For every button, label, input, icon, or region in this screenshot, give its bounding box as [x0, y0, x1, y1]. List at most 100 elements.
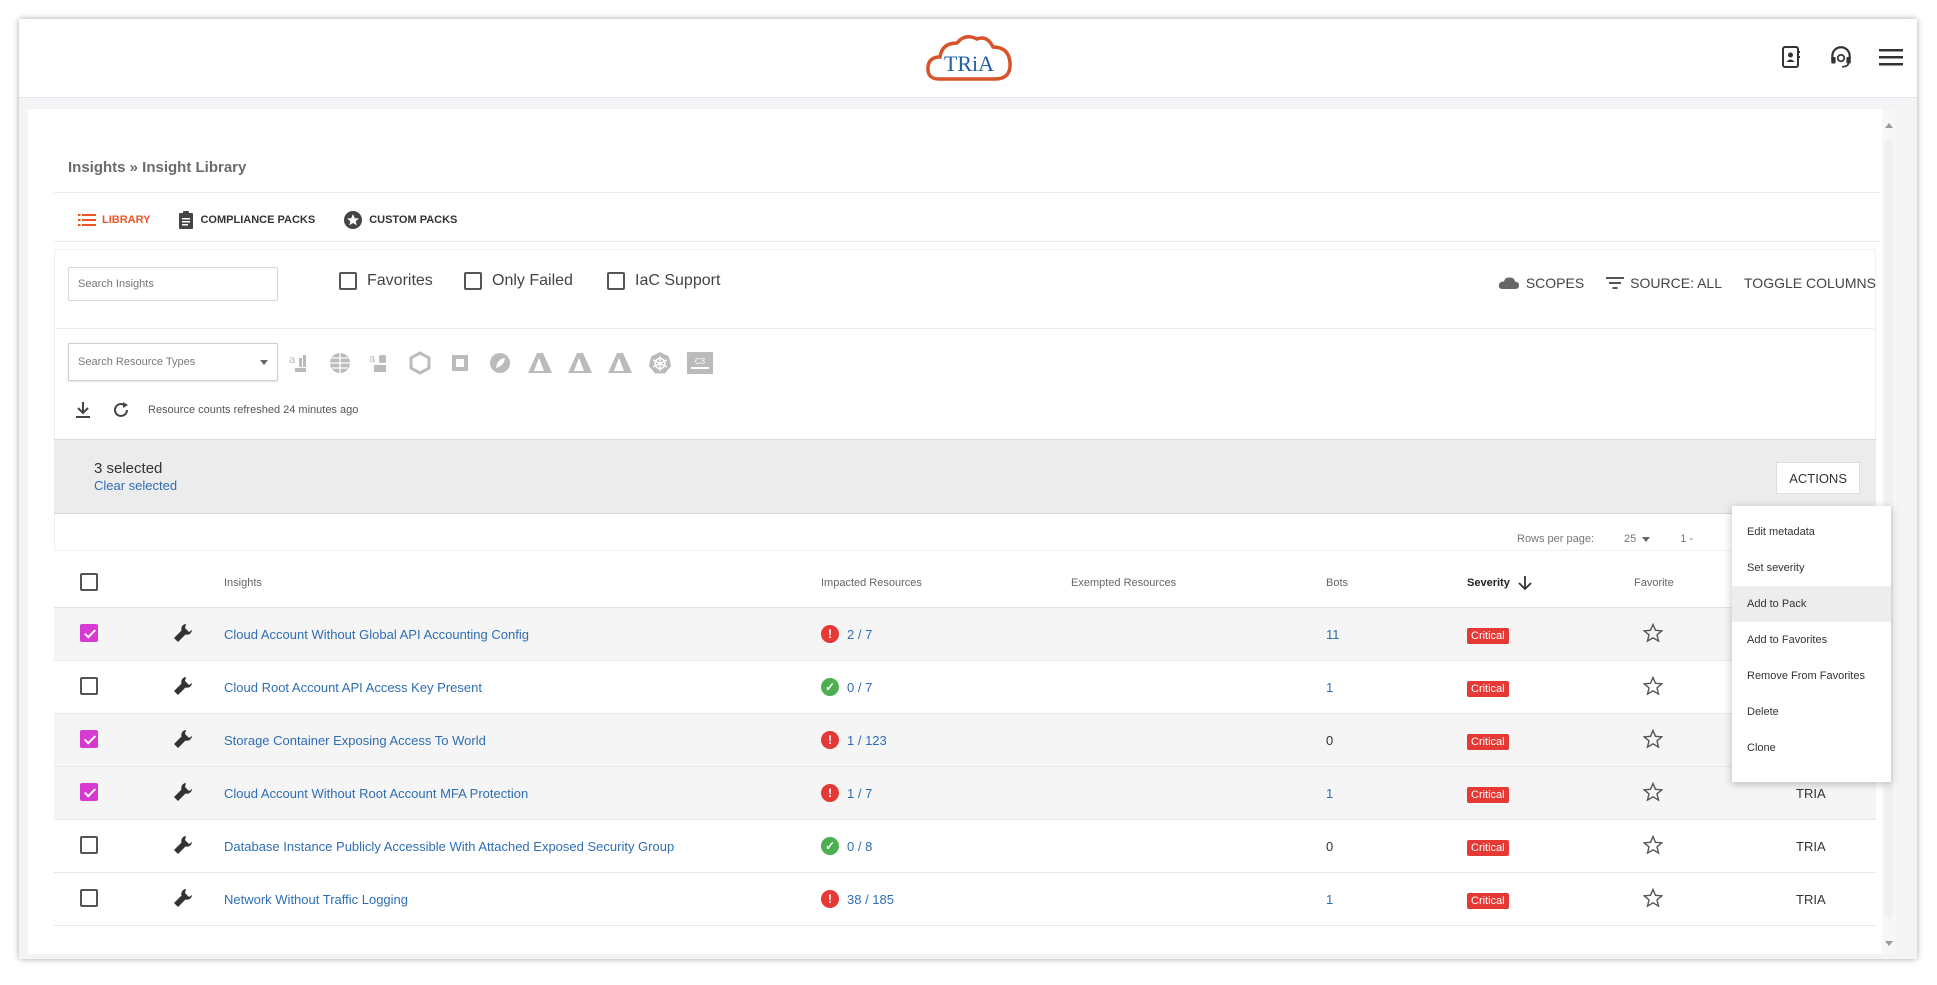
insights-table: Insights Impacted Resources Exempted Res… — [54, 559, 1876, 926]
svg-text:a: a — [369, 353, 376, 365]
menu-item-clone[interactable]: Clone — [1732, 730, 1891, 766]
wrench-icon[interactable] — [172, 834, 194, 856]
wrench-icon[interactable] — [172, 622, 194, 644]
tab-custom-packs[interactable]: CUSTOM PACKS — [343, 206, 457, 234]
insight-name-link[interactable]: Cloud Account Without Global API Account… — [224, 627, 529, 642]
star-outline-icon[interactable] — [1642, 728, 1664, 749]
support-headset-icon[interactable] — [1825, 41, 1857, 73]
column-severity[interactable]: Severity — [1466, 559, 1633, 608]
insight-name-cell: Storage Container Exposing Access To Wor… — [223, 713, 820, 767]
scopes-button[interactable]: SCOPES — [1498, 275, 1584, 291]
insight-name-link[interactable]: Network Without Traffic Logging — [224, 892, 408, 907]
star-outline-icon[interactable] — [1642, 781, 1664, 802]
iac-support-checkbox[interactable]: IaC Support — [607, 272, 720, 290]
tab-library[interactable]: LIBRARY — [78, 206, 150, 234]
azure-icon-2[interactable] — [566, 349, 593, 376]
impacted-count-link[interactable]: 2 / 7 — [847, 627, 872, 642]
bots-count-link[interactable]: 1 — [1326, 786, 1333, 801]
exempted-cell — [1070, 607, 1325, 661]
gcp-leaf-icon[interactable] — [486, 349, 513, 376]
column-bots[interactable]: Bots — [1325, 559, 1466, 608]
row-checkbox[interactable] — [80, 729, 98, 748]
c3-icon[interactable]: C3 — [686, 349, 713, 376]
bots-count-link[interactable]: 0 — [1326, 839, 1333, 854]
impacted-count-link[interactable]: 0 / 7 — [847, 680, 872, 695]
star-outline-icon[interactable] — [1642, 834, 1664, 855]
table-row[interactable]: Network Without Traffic Logging ! 38 / 18… — [54, 872, 1876, 926]
table-row[interactable]: Database Instance Publicly Accessible Wi… — [54, 819, 1876, 873]
gcp-square-icon[interactable] — [446, 349, 473, 376]
favorites-checkbox-box[interactable] — [339, 272, 357, 290]
menu-item-remove-from-favorites[interactable]: Remove From Favorites — [1732, 658, 1891, 694]
favorites-checkbox[interactable]: Favorites — [339, 272, 433, 290]
impacted-cell: ✓ 0 / 7 — [820, 660, 1070, 714]
impacted-count-link[interactable]: 0 / 8 — [847, 839, 872, 854]
column-insights[interactable]: Insights — [223, 559, 820, 608]
table-row[interactable]: Cloud Root Account API Access Key Presen… — [54, 660, 1876, 714]
insight-name-link[interactable]: Cloud Root Account API Access Key Presen… — [224, 680, 482, 695]
list-icon — [78, 214, 96, 226]
resource-type-select[interactable]: Search Resource Types — [68, 343, 278, 381]
row-checkbox[interactable] — [80, 835, 98, 854]
row-checkbox[interactable] — [80, 782, 98, 801]
wrench-icon[interactable] — [172, 887, 194, 909]
download-icon[interactable] — [72, 399, 94, 421]
column-exempted[interactable]: Exempted Resources — [1070, 559, 1325, 608]
row-checkbox[interactable] — [80, 623, 98, 642]
menu-item-add-to-favorites[interactable]: Add to Favorites — [1732, 622, 1891, 658]
table-row[interactable]: Cloud Account Without Root Account MFA P… — [54, 766, 1876, 820]
table-row[interactable]: Storage Container Exposing Access To Wor… — [54, 713, 1876, 767]
menu-item-delete[interactable]: Delete — [1732, 694, 1891, 730]
row-select-cell — [54, 713, 171, 767]
star-outline-icon[interactable] — [1642, 675, 1664, 696]
select-all-checkbox[interactable] — [80, 572, 98, 591]
wrench-icon[interactable] — [172, 781, 194, 803]
gcp-hexagon-icon[interactable] — [406, 349, 433, 376]
hamburger-menu-icon[interactable] — [1875, 41, 1907, 73]
insight-name-link[interactable]: Storage Container Exposing Access To Wor… — [224, 733, 486, 748]
column-impacted[interactable]: Impacted Resources — [820, 559, 1070, 608]
actions-button[interactable]: ACTIONS — [1776, 462, 1860, 494]
wrench-icon[interactable] — [172, 675, 194, 697]
menu-item-edit-metadata[interactable]: Edit metadata — [1732, 514, 1891, 550]
rows-per-page-select[interactable]: 25 — [1624, 533, 1651, 545]
impacted-count-link[interactable]: 38 / 185 — [847, 892, 894, 907]
resource-type-icons: a a C3 — [286, 349, 713, 376]
bots-count-link[interactable]: 0 — [1326, 733, 1333, 748]
azure-icon-3[interactable] — [606, 349, 633, 376]
contacts-icon[interactable] — [1775, 41, 1807, 73]
impacted-count-link[interactable]: 1 / 123 — [847, 733, 887, 748]
search-insights-input[interactable] — [68, 267, 278, 301]
source-filter-button[interactable]: SOURCE: ALL — [1606, 275, 1722, 291]
table-row[interactable]: Cloud Account Without Global API Account… — [54, 607, 1876, 661]
menu-item-set-severity[interactable]: Set severity — [1732, 550, 1891, 586]
iac-support-checkbox-box[interactable] — [607, 272, 625, 290]
bots-count-link[interactable]: 11 — [1326, 627, 1340, 642]
only-failed-checkbox[interactable]: Only Failed — [464, 272, 573, 290]
menu-item-add-to-pack[interactable]: Add to Pack — [1732, 586, 1891, 622]
refresh-icon[interactable] — [110, 399, 132, 421]
azure-icon[interactable] — [526, 349, 553, 376]
network-globe-icon[interactable] — [326, 349, 353, 376]
wrench-icon[interactable] — [172, 728, 194, 750]
star-badge-icon — [344, 211, 363, 229]
favorite-cell — [1633, 872, 1795, 926]
kubernetes-icon[interactable] — [646, 349, 673, 376]
row-checkbox[interactable] — [80, 676, 98, 695]
toggle-columns-button[interactable]: TOGGLE COLUMNS — [1744, 275, 1876, 291]
aws-storage-icon[interactable]: a — [366, 349, 393, 376]
tria-logo: TRiA — [926, 35, 1012, 81]
row-checkbox[interactable] — [80, 888, 98, 907]
clear-selected-link[interactable]: Clear selected — [94, 478, 177, 493]
bots-count-link[interactable]: 1 — [1326, 892, 1333, 907]
insight-name-link[interactable]: Database Instance Publicly Accessible Wi… — [224, 839, 674, 854]
star-outline-icon[interactable] — [1642, 622, 1664, 643]
bots-count-link[interactable]: 1 — [1326, 680, 1333, 695]
aws-icon[interactable]: a — [286, 349, 313, 376]
insight-name-link[interactable]: Cloud Account Without Root Account MFA P… — [224, 786, 528, 801]
iac-support-label: IaC Support — [635, 272, 721, 289]
star-outline-icon[interactable] — [1642, 887, 1664, 908]
only-failed-checkbox-box[interactable] — [464, 272, 482, 290]
impacted-count-link[interactable]: 1 / 7 — [847, 786, 872, 801]
tab-compliance-packs[interactable]: COMPLIANCE PACKS — [178, 206, 315, 234]
